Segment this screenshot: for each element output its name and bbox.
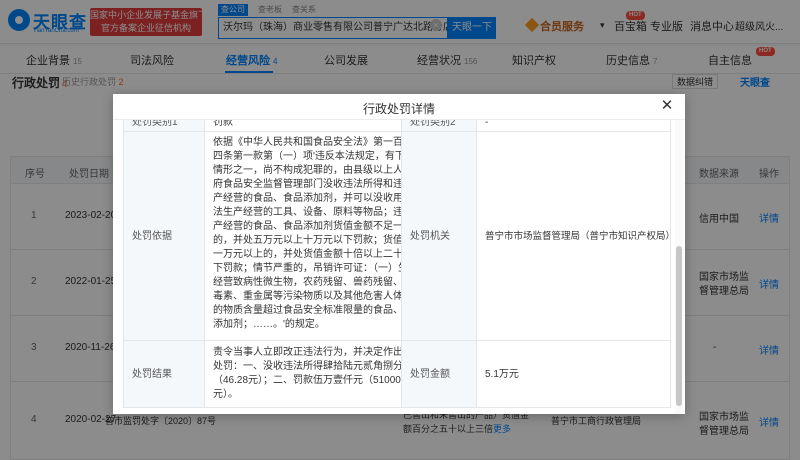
basis-line: 经营致病性微生物，农药残留、兽药残留、生物 [213, 277, 423, 288]
result-line: 处罚：一、没收违法所得肆拾陆元贰角捌分 [213, 361, 403, 372]
basis-line: 添加剂；……。'的规定。 [213, 319, 325, 330]
result-line: 责令当事人立即改正违法行为，并决定作出如下 [213, 347, 423, 358]
result-line: 元）。 [213, 389, 238, 400]
amount-label: 处罚金额 [410, 369, 450, 380]
basis-line: 的物质含量超过食品安全标准限量的食品、食品 [213, 305, 423, 316]
basis-line: 府食品安全监督管理部门没收违法所得和违法生 [213, 179, 423, 190]
basis-line: 依据《中华人民共和国食品安全法》第一百二十 [213, 137, 423, 148]
modal-scrollbar-thumb[interactable] [676, 246, 682, 406]
modal-title: 行政处罚详情 [362, 102, 435, 116]
basis-value-cell: 依据《中华人民共和国食品安全法》第一百二十 四条第一款第（一）项'违反本法规定，… [204, 131, 423, 341]
amount-label-cell: 处罚金额 [401, 340, 477, 408]
org-value: 普宁市市场监督管理局（普宁市知识产权局） [485, 231, 676, 242]
amount-value: 5.1万元 [485, 369, 519, 380]
basis-line: 的，并处五万元以上十万元以下罚款；货值金额 [213, 235, 423, 246]
basis-line: 毒素、重金属等污染物质以及其他危害人体健康 [213, 291, 423, 302]
basis-label-cell: 处罚依据 [123, 131, 205, 341]
basis-line: 情形之一，尚不构成犯罪的，由县级以上人民政 [213, 165, 423, 176]
penalty-detail-modal: 处罚类别1 罚款 处罚类别2 - 处罚依据 依据《中华人民共和国食品安全法》第一… [113, 94, 685, 414]
basis-line: 下罚款；情节严重的，吊销许可证：（一）生产 [213, 263, 418, 274]
result-value-cell: 责令当事人立即改正违法行为，并决定作出如下 处罚：一、没收违法所得肆拾陆元贰角捌… [204, 340, 423, 408]
basis-line: 产经营的食品、食品添加剂，并可以没收用于违 [213, 193, 423, 204]
basis-line: 一万元以上的，并处货值金额十倍以上二十倍以 [213, 249, 423, 260]
result-label-cell: 处罚结果 [123, 340, 205, 408]
basis-line: 产经营的食品、食品添加剂货值金额不足一万元 [213, 221, 423, 232]
result-label: 处罚结果 [132, 369, 172, 380]
org-label-cell: 处罚机关 [401, 131, 477, 341]
org-label: 处罚机关 [410, 231, 450, 242]
result-line: （46.28元）；二、罚款伍万壹仟元（51000 [213, 375, 401, 386]
basis-line: 四条第一款第（一）项'违反本法规定，有下列 [213, 151, 415, 162]
basis-line: 法生产经营的工具、设备、原料等物品；违法生 [213, 207, 423, 218]
basis-label: 处罚依据 [132, 231, 172, 242]
close-icon[interactable]: ✕ [658, 97, 676, 115]
modal-body: 处罚类别1 罚款 处罚类别2 - 处罚依据 依据《中华人民共和国食品安全法》第一… [123, 112, 675, 414]
amount-value-cell: 5.1万元 [476, 340, 671, 408]
modal-header: 行政处罚详情 ✕ [113, 94, 685, 120]
org-value-cell: 普宁市市场监督管理局（普宁市知识产权局） [476, 131, 675, 341]
